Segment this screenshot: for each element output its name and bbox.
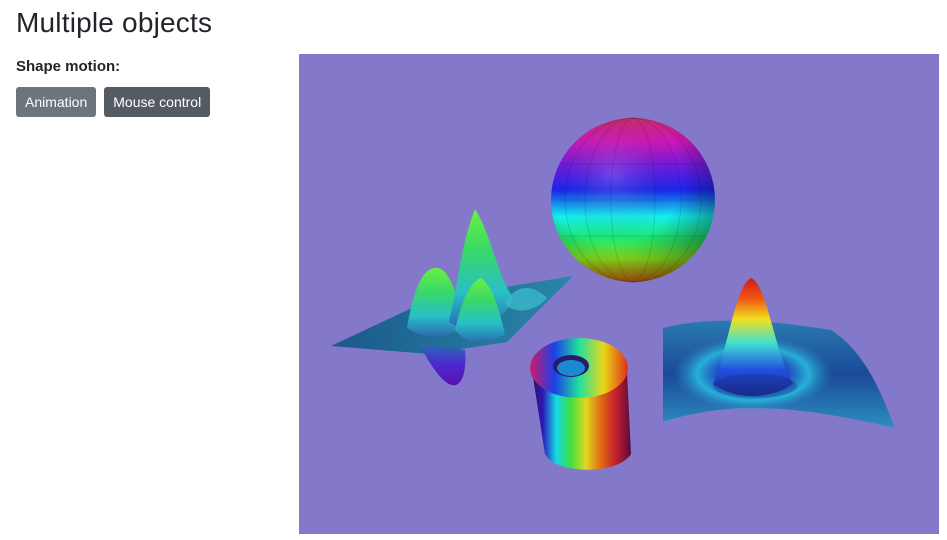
motion-button-group: Animation Mouse control bbox=[16, 87, 211, 117]
page-title: Multiple objects bbox=[16, 7, 213, 38]
sphere-object bbox=[551, 117, 715, 283]
animation-button[interactable]: Animation bbox=[16, 87, 97, 117]
cylinder-object bbox=[530, 338, 631, 470]
mouse-control-button[interactable]: Mouse control bbox=[104, 87, 211, 117]
shape-motion-label: Shape motion: bbox=[16, 58, 121, 75]
3d-canvas[interactable] bbox=[299, 54, 939, 534]
sinc-surface-object bbox=[663, 278, 895, 428]
scene-svg bbox=[331, 117, 895, 470]
